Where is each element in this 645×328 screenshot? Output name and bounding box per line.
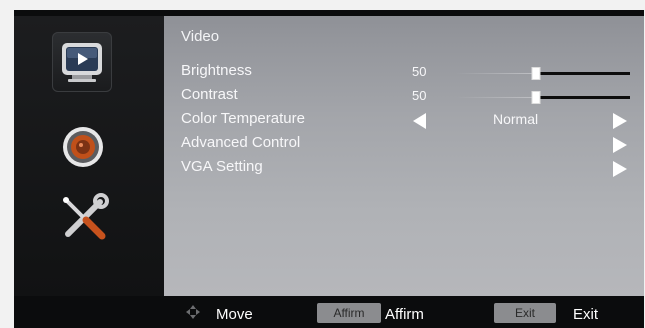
exit-hint-label: Exit <box>573 306 599 323</box>
affirm-button[interactable]: Affirm <box>317 303 381 323</box>
submenu-arrow-icon[interactable] <box>613 137 627 153</box>
vga-setting-label: VGA Setting <box>181 158 263 175</box>
menu-sidebar <box>14 16 164 296</box>
contrast-row[interactable]: Contrast 50 <box>181 86 631 108</box>
brightness-slider[interactable] <box>456 67 630 80</box>
color-temperature-label: Color Temperature <box>181 110 305 127</box>
panel-title: Video <box>181 28 220 45</box>
right-arrow-icon[interactable] <box>613 113 627 129</box>
vga-setting-row[interactable]: VGA Setting <box>181 158 631 180</box>
brightness-slider-knob[interactable] <box>531 67 541 80</box>
left-arrow-icon[interactable] <box>413 113 426 129</box>
wrench-screwdriver-icon[interactable] <box>54 188 114 248</box>
affirm-hint-label: Affirm <box>385 306 424 323</box>
footer-hint-bar: Move Affirm Affirm Exit Exit <box>164 296 644 328</box>
brightness-value: 50 <box>412 64 427 79</box>
brightness-row[interactable]: Brightness 50 <box>181 62 631 84</box>
move-arrows-icon <box>186 305 200 319</box>
contrast-value: 50 <box>412 88 427 103</box>
contrast-slider-knob[interactable] <box>531 91 541 104</box>
advanced-control-row[interactable]: Advanced Control <box>181 134 631 156</box>
color-temperature-row[interactable]: Color Temperature Normal <box>181 110 631 132</box>
submenu-arrow-icon[interactable] <box>613 161 627 177</box>
brightness-label: Brightness <box>181 62 252 79</box>
contrast-slider[interactable] <box>456 91 630 104</box>
video-settings-panel: Video Brightness 50 Contrast 50 Color Te… <box>164 16 644 296</box>
contrast-label: Contrast <box>181 86 238 103</box>
exit-button[interactable]: Exit <box>494 303 556 323</box>
move-hint-label: Move <box>216 306 253 323</box>
tv-video-icon[interactable] <box>52 32 112 92</box>
speaker-audio-icon[interactable] <box>58 122 108 172</box>
advanced-control-label: Advanced Control <box>181 134 301 151</box>
color-temperature-value: Normal <box>493 111 539 127</box>
